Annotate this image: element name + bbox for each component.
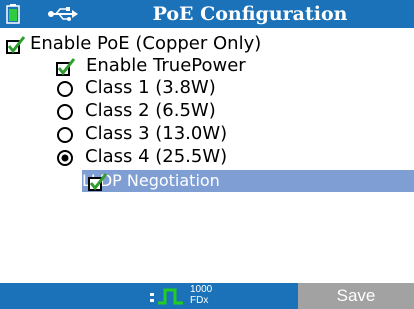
- title-bar: PoE Configuration: [0, 0, 414, 28]
- page-title: PoE Configuration: [152, 3, 348, 25]
- radio-unselected-icon[interactable]: [56, 126, 74, 144]
- class-2-label: Class 2 (6.5W): [85, 100, 216, 121]
- enable-poe-option[interactable]: Enable PoE (Copper Only): [0, 32, 414, 56]
- checkbox-checked-icon[interactable]: [56, 58, 76, 76]
- save-button[interactable]: Save: [298, 283, 414, 309]
- save-button-label: Save: [336, 286, 376, 305]
- radio-unselected-icon[interactable]: [56, 80, 74, 98]
- class-4-label: Class 4 (25.5W): [85, 146, 228, 167]
- radio-unselected-icon[interactable]: [56, 103, 74, 121]
- usb-icon: [48, 7, 78, 21]
- class-4-option[interactable]: Class 4 (25.5W): [56, 145, 414, 169]
- link-status-area: 1000 FDx: [0, 283, 298, 309]
- enable-truepower-option[interactable]: Enable TruePower: [40, 54, 414, 78]
- enable-truepower-label: Enable TruePower: [86, 55, 246, 76]
- radio-selected-icon[interactable]: [56, 149, 74, 167]
- link-duplex-value: FDx: [190, 295, 209, 306]
- checkbox-checked-icon[interactable]: [88, 173, 108, 191]
- lldp-negotiation-option[interactable]: LLDP Negotiation: [82, 170, 414, 192]
- checkbox-checked-icon[interactable]: [6, 36, 26, 54]
- class-2-option[interactable]: Class 2 (6.5W): [56, 99, 414, 123]
- bottom-bar: 1000 FDx Save: [0, 283, 414, 309]
- link-speed-value: 1000: [190, 284, 213, 295]
- battery-icon: [6, 4, 20, 24]
- class-1-option[interactable]: Class 1 (3.8W): [56, 76, 414, 100]
- link-speed-readout: 1000 FDx: [190, 284, 230, 306]
- link-pulse-icon: [150, 288, 183, 305]
- class-3-option[interactable]: Class 3 (13.0W): [56, 122, 414, 146]
- class-3-label: Class 3 (13.0W): [85, 123, 228, 144]
- class-1-label: Class 1 (3.8W): [85, 77, 216, 98]
- enable-poe-label: Enable PoE (Copper Only): [30, 33, 262, 54]
